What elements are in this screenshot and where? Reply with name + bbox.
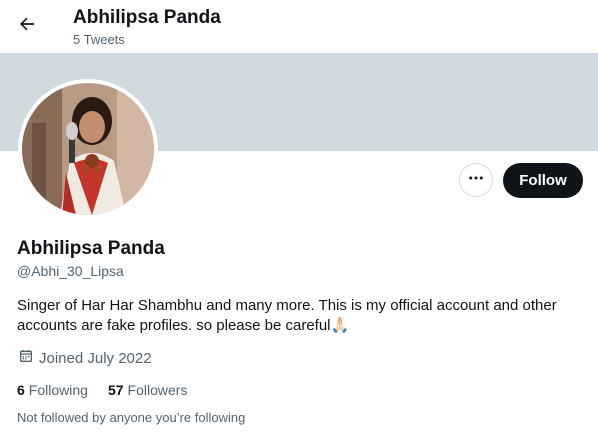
back-button[interactable] bbox=[10, 9, 44, 43]
header-title: Abhilipsa Panda bbox=[73, 7, 221, 28]
followers-count: 57 bbox=[107, 382, 124, 398]
followers-label: Followers bbox=[127, 382, 188, 398]
profile-header-bar: Abhilipsa Panda 5 Tweets bbox=[0, 0, 598, 53]
more-options-button[interactable] bbox=[459, 163, 493, 197]
profile-name: Abhilipsa Panda bbox=[17, 238, 165, 259]
profile-bio: Singer of Har Har Shambhu and many more.… bbox=[17, 297, 557, 334]
following-link[interactable]: 6 Following bbox=[17, 381, 88, 399]
join-date: Joined July 2022 bbox=[18, 348, 152, 370]
join-date-label: Joined July 2022 bbox=[39, 350, 152, 367]
follow-button[interactable]: Follow bbox=[503, 163, 583, 198]
followers-link[interactable]: 57 Followers bbox=[108, 381, 187, 399]
following-count: 6 bbox=[17, 382, 25, 398]
avatar[interactable] bbox=[22, 83, 154, 215]
profile-handle: @Abhi_30_Lipsa bbox=[17, 263, 124, 279]
more-dots-icon bbox=[467, 169, 485, 192]
avatar-photo bbox=[22, 83, 154, 215]
not-followed-notice: Not followed by anyone you’re following bbox=[17, 410, 246, 425]
follow-stats: 6 Following 57 Followers bbox=[17, 381, 207, 399]
arrow-left-icon bbox=[17, 14, 37, 39]
avatar-border bbox=[18, 79, 158, 219]
tweet-count: 5 Tweets bbox=[73, 32, 125, 47]
following-label: Following bbox=[28, 382, 88, 398]
calendar-icon bbox=[18, 348, 39, 370]
